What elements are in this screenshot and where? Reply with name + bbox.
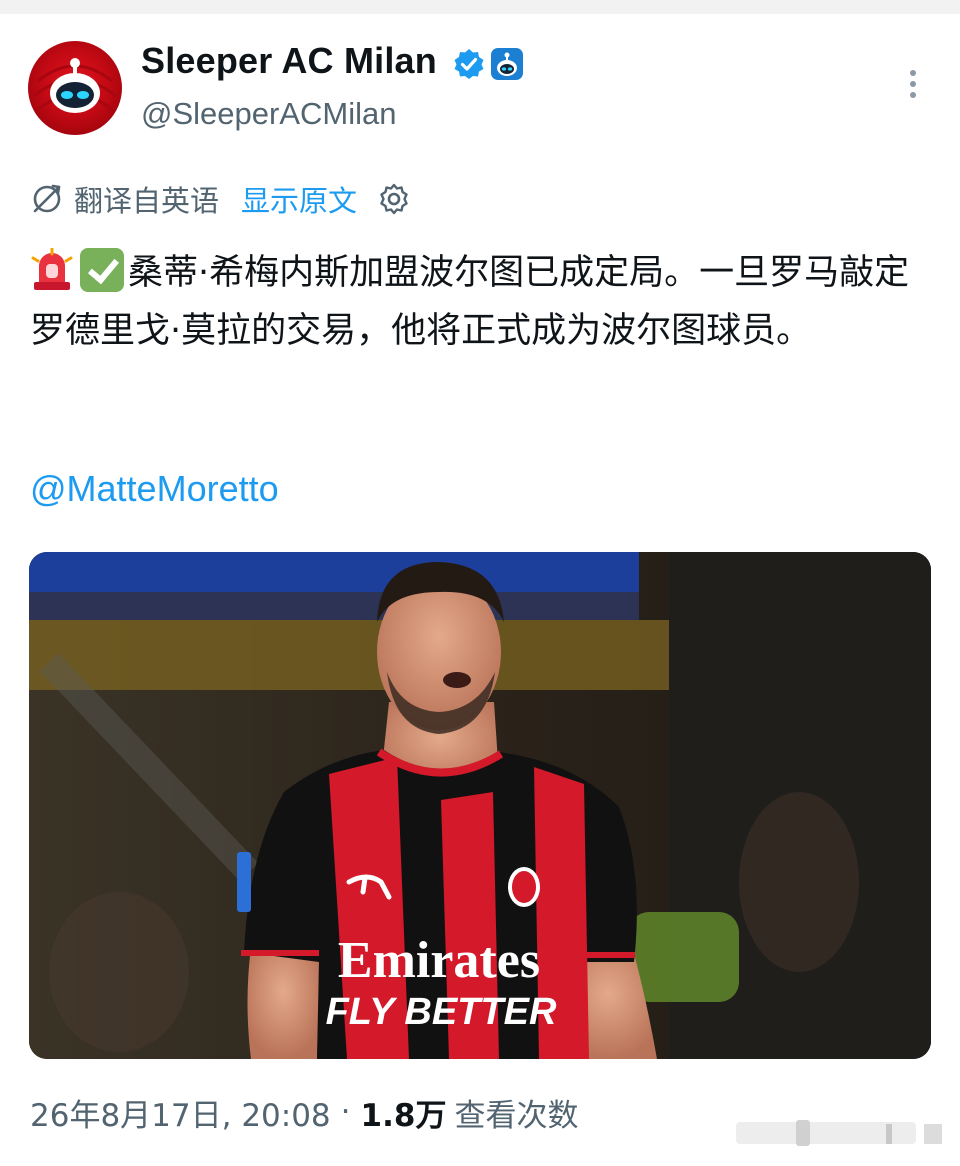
player-photo: Emirates FLY BETTER — [29, 552, 931, 1059]
meta-separator: · — [340, 1094, 351, 1130]
verified-badge-icon[interactable] — [453, 48, 485, 80]
view-count-label: 查看次数 — [454, 1097, 579, 1134]
display-name[interactable]: Sleeper AC Milan — [141, 40, 437, 82]
translate-icon — [33, 184, 61, 213]
gear-icon[interactable] — [377, 182, 411, 216]
user-handle[interactable]: @SleeperACMilan — [141, 96, 396, 132]
affiliate-badge-icon[interactable] — [491, 48, 523, 80]
tweet-text: 桑蒂·希梅内斯加盟波尔图已成定局。一旦罗马敲定罗德里戈·莫拉的交易，他将正式成为… — [30, 244, 930, 360]
more-vertical-icon[interactable] — [904, 70, 922, 106]
tweet-text-content: 桑蒂·希梅内斯加盟波尔图已成定局。一旦罗马敲定罗德里戈·莫拉的交易，他将正式成为… — [30, 253, 910, 351]
translated-from-label: 翻译自英语 — [74, 184, 220, 218]
watermark-logo — [736, 1120, 942, 1146]
siren-emoji — [31, 248, 73, 290]
shirt-sponsor-line1: Emirates — [338, 932, 540, 989]
view-count: 1.8万 — [360, 1097, 447, 1134]
profile-avatar[interactable] — [28, 41, 122, 135]
translation-bar: 翻译自英语 显示原文 — [30, 179, 411, 219]
affiliate-logo-icon — [497, 52, 517, 76]
show-original-link[interactable]: 显示原文 — [241, 178, 357, 220]
shirt-sponsor-line2: FLY BETTER — [326, 991, 557, 1033]
mention-link[interactable]: @MatteMoretto — [30, 468, 279, 510]
tweet-photo[interactable]: Emirates FLY BETTER — [29, 552, 931, 1059]
avatar-logo — [33, 58, 117, 113]
status-strip — [0, 0, 960, 14]
tweet-timestamp[interactable]: 26年8月17日, 20:08 — [30, 1090, 331, 1135]
tweet-meta: 26年8月17日, 20:08 · 1.8万 查看次数 — [30, 1090, 578, 1134]
check-mark-emoji — [80, 248, 124, 292]
